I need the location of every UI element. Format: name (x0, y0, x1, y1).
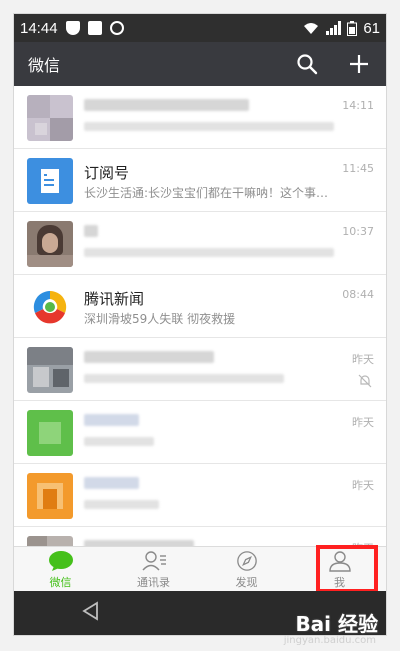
watermark-main: Bai 经验 (295, 612, 378, 636)
blurred-name (84, 351, 214, 363)
mute-bell-icon (358, 374, 372, 388)
chat-name: 腾讯新闻 (84, 290, 145, 308)
chat-row[interactable]: 订阅号 长沙生活通:长沙宝宝们都在干嘛呐！这个事情千... 11:45 (14, 149, 386, 212)
blurred-preview (84, 437, 154, 446)
chat-row[interactable]: 昨天 (14, 464, 386, 527)
blurred-preview (84, 374, 284, 383)
status-right: 61 (303, 20, 380, 37)
tab-label: 通讯录 (137, 575, 170, 589)
chat-time: 昨天 (352, 416, 374, 429)
chat-row[interactable]: 昨天 (14, 338, 386, 401)
chat-row[interactable]: 昨天 (14, 401, 386, 464)
search-icon (297, 54, 318, 75)
tab-label: 发现 (235, 575, 258, 589)
avatar (27, 347, 73, 393)
highlight-box (316, 545, 378, 593)
screenshot-frame: 14:44 61 微信 14:11 订阅号 长沙生活通:长沙宝宝们都在干嘛呐！这… (0, 0, 400, 651)
tab-label: 微信 (49, 575, 72, 589)
avatar (27, 158, 73, 204)
status-left: 14:44 (20, 20, 124, 37)
battery-icon (347, 20, 358, 36)
back-button[interactable] (80, 600, 102, 626)
chat-row[interactable]: 昨天 (14, 527, 386, 546)
watermark-sub: jingyan.baidu.com (283, 635, 376, 646)
app-title: 微信 (28, 56, 61, 75)
baidu-jingyan-watermark: Bai 经验 jingyan.baidu.com (284, 608, 378, 646)
shield-icon (65, 21, 80, 35)
avatar (27, 221, 73, 267)
blurred-name (84, 414, 139, 426)
blurred-name (84, 225, 98, 237)
chat-time: 14:11 (342, 99, 374, 112)
chat-row[interactable]: 腾讯新闻 深圳滑坡59人失联 彻夜救援 08:44 (14, 275, 386, 338)
plus-icon (350, 55, 368, 73)
contacts-icon (141, 550, 166, 570)
chat-time: 昨天 (352, 353, 374, 366)
chat-row[interactable]: 10:37 (14, 212, 386, 275)
chat-row[interactable]: 14:11 (14, 86, 386, 149)
back-triangle-icon (82, 601, 98, 621)
app-bar-actions (294, 51, 372, 77)
chat-bubble-icon (48, 550, 73, 571)
blurred-preview (84, 500, 159, 509)
chat-time: 昨天 (352, 479, 374, 492)
add-button[interactable] (346, 51, 372, 77)
chat-preview: 长沙生活通:长沙宝宝们都在干嘛呐！这个事情千... (84, 186, 334, 200)
tencent-news-logo-icon (33, 290, 67, 324)
chat-list[interactable]: 14:11 订阅号 长沙生活通:长沙宝宝们都在干嘛呐！这个事情千... 11:4… (14, 86, 386, 546)
phone-screen: 14:44 61 微信 14:11 订阅号 长沙生活通:长沙宝宝们都在干嘛呐！这… (14, 14, 386, 635)
chat-time: 08:44 (342, 288, 374, 301)
tab-chats[interactable]: 微信 (14, 547, 107, 592)
search-button[interactable] (294, 51, 320, 77)
battery-level: 61 (363, 19, 380, 37)
chat-name: 订阅号 (84, 164, 130, 182)
compass-icon (236, 550, 257, 571)
tab-contacts[interactable]: 通讯录 (107, 547, 200, 592)
app-bar: 微信 (14, 42, 386, 86)
status-bar: 14:44 61 (14, 14, 386, 42)
avatar (27, 95, 73, 141)
avatar (27, 410, 73, 456)
status-time: 14:44 (20, 19, 58, 37)
chat-time: 11:45 (342, 162, 374, 175)
wifi-icon (304, 23, 319, 34)
sync-icon (109, 21, 124, 35)
blurred-preview (84, 248, 334, 257)
document-icon (41, 169, 59, 193)
blurred-name (84, 477, 139, 489)
signal-icon (326, 21, 342, 35)
avatar (27, 284, 73, 330)
blurred-name (84, 99, 249, 111)
chat-time: 10:37 (342, 225, 374, 238)
avatar (27, 473, 73, 519)
chat-preview: 深圳滑坡59人失联 彻夜救援 (84, 312, 236, 326)
image-icon (87, 21, 102, 35)
avatar (27, 536, 73, 546)
tab-discover[interactable]: 发现 (200, 547, 293, 592)
blurred-preview (84, 122, 334, 131)
